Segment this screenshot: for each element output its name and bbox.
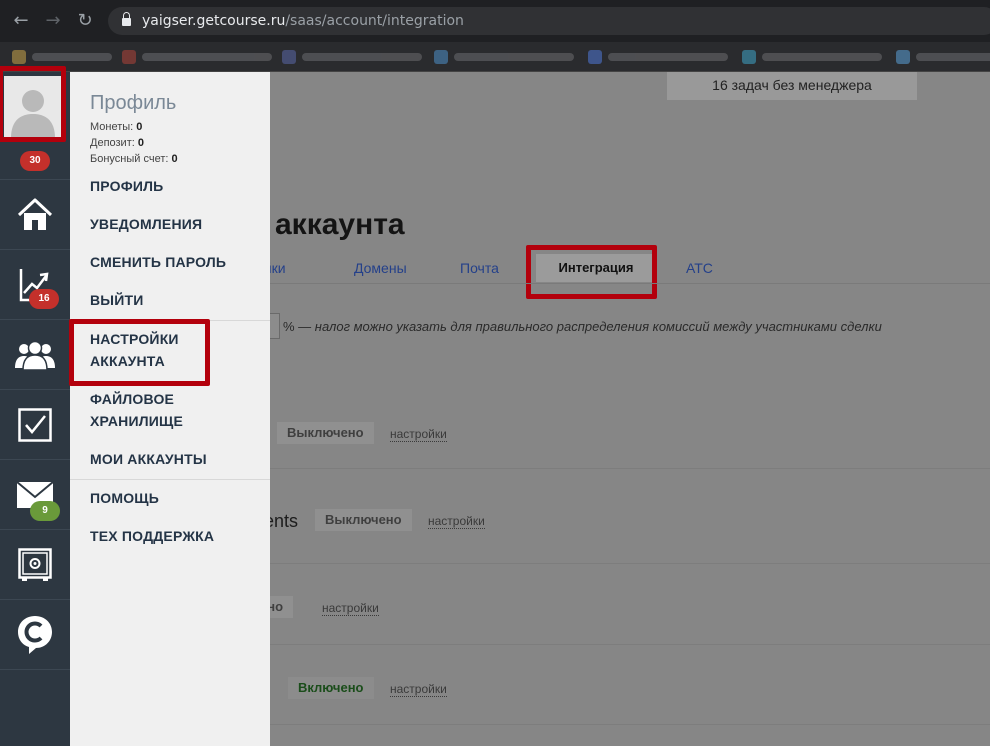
tax-hint: % — налог можно указать для правильного … xyxy=(283,319,882,334)
coins-stat: Монеты: 0 xyxy=(90,121,143,133)
sidebar-item-home[interactable] xyxy=(0,180,70,250)
bookmark[interactable] xyxy=(122,49,272,65)
icon-sidebar: 30 16 9 xyxy=(0,66,70,746)
bookmarks-bar xyxy=(0,42,990,72)
menu-item-logout[interactable]: ВЫЙТИ xyxy=(90,289,144,311)
bookmark[interactable] xyxy=(12,49,112,65)
highlight-frame xyxy=(526,245,657,299)
sidebar-item-users[interactable] xyxy=(0,320,70,390)
sidebar-avatar-cell[interactable]: 30 xyxy=(0,66,70,180)
bonus-stat: Бонусный счет: 0 xyxy=(90,153,178,165)
address-bar[interactable]: yaigser.getcourse.ru/saas/account/integr… xyxy=(108,7,990,35)
menu-item-file-storage[interactable]: ФАЙЛОВОЕ ХРАНИЛИЩЕ xyxy=(90,388,183,432)
bookmark[interactable] xyxy=(282,49,422,65)
bookmark[interactable] xyxy=(588,49,728,65)
menu-item-tech-support[interactable]: ТЕХ ПОДДЕРЖКА xyxy=(90,525,214,547)
settings-link[interactable]: настройки xyxy=(428,514,485,529)
menu-item-my-accounts[interactable]: МОИ АККАУНТЫ xyxy=(90,448,207,470)
chat-logo-icon xyxy=(18,615,52,654)
menu-item-profile[interactable]: ПРОФИЛЬ xyxy=(90,175,163,197)
back-icon[interactable]: ← xyxy=(10,10,32,32)
sidebar-item-safe[interactable] xyxy=(0,530,70,600)
settings-link[interactable]: настройки xyxy=(390,682,447,697)
profile-menu: Профиль Монеты: 0 Депозит: 0 Бонусный сч… xyxy=(69,72,270,746)
row-divider xyxy=(270,563,990,564)
menu-divider xyxy=(70,479,270,480)
sidebar-item-mail[interactable]: 9 xyxy=(0,460,70,530)
row-divider xyxy=(270,468,990,469)
sidebar-item-tasks[interactable] xyxy=(0,390,70,460)
sidebar-item-growth[interactable]: 16 xyxy=(0,250,70,320)
settings-link[interactable]: настройки xyxy=(322,601,379,616)
sidebar-item-chat[interactable] xyxy=(0,600,70,670)
users-group-icon xyxy=(15,340,55,370)
lock-icon xyxy=(122,12,131,26)
tab-mail[interactable]: Почта xyxy=(460,260,499,276)
menu-item-change-password[interactable]: СМЕНИТЬ ПАРОЛЬ xyxy=(90,251,226,273)
tasks-banner[interactable]: 16 задач без менеджера xyxy=(667,72,917,100)
notification-badge: 30 xyxy=(20,151,50,171)
bookmark[interactable] xyxy=(434,49,574,65)
safe-icon xyxy=(18,547,52,581)
checkbox-icon xyxy=(18,407,52,442)
highlight-frame xyxy=(69,319,210,386)
forward-icon[interactable]: → xyxy=(42,10,64,32)
bookmark[interactable] xyxy=(896,49,990,65)
tab-domains[interactable]: Домены xyxy=(354,260,407,276)
highlight-frame xyxy=(0,66,66,142)
menu-item-label: ХРАНИЛИЩЕ xyxy=(90,413,184,429)
profile-title: Профиль xyxy=(90,92,177,114)
status-badge: Выключено xyxy=(277,422,374,444)
tabs-divider xyxy=(270,283,990,284)
page-content: 16 задач без менеджера аккаунта ойки Дом… xyxy=(250,72,990,746)
deposit-stat: Депозит: 0 xyxy=(90,137,144,149)
notification-badge: 16 xyxy=(29,289,59,309)
bookmark[interactable] xyxy=(742,49,882,65)
row-divider xyxy=(270,644,990,645)
browser-toolbar: ← → ↻ yaigser.getcourse.ru/saas/account/… xyxy=(0,0,990,42)
row-divider xyxy=(270,724,990,725)
settings-link[interactable]: настройки xyxy=(390,427,447,442)
reload-icon[interactable]: ↻ xyxy=(74,10,96,32)
home-icon xyxy=(17,198,53,230)
tab-ats[interactable]: АТС xyxy=(686,260,713,276)
menu-item-help[interactable]: ПОМОЩЬ xyxy=(90,487,159,509)
menu-item-label: ФАЙЛОВОЕ xyxy=(90,391,175,407)
url-text: yaigser.getcourse.ru/saas/account/integr… xyxy=(142,13,464,29)
status-badge: Включено xyxy=(288,677,374,699)
notification-badge: 9 xyxy=(30,501,60,521)
menu-item-notifications[interactable]: УВЕДОМЛЕНИЯ xyxy=(90,213,202,235)
page-title: аккаунта xyxy=(275,208,405,241)
status-badge: Выключено xyxy=(315,509,412,531)
